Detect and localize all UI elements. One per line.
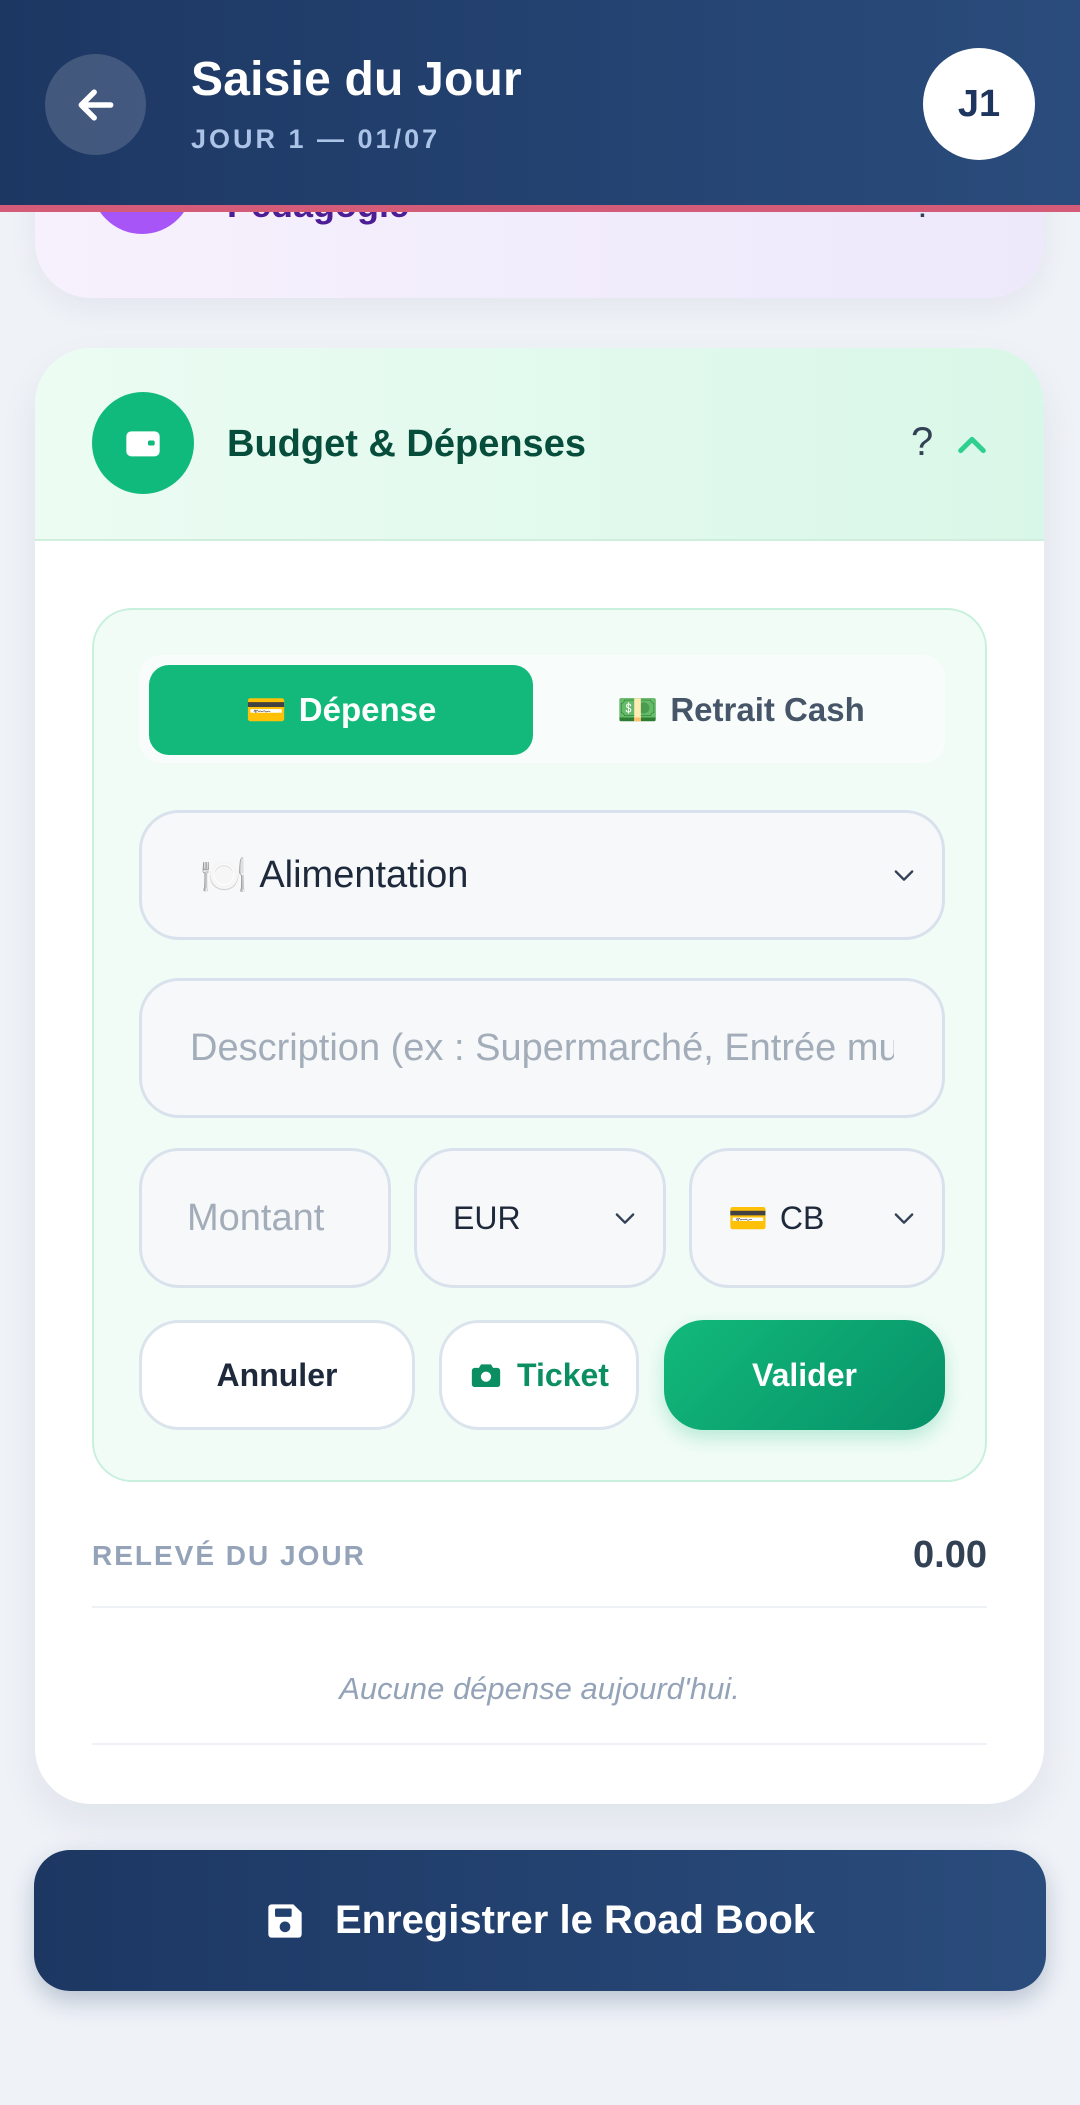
arrow-left-icon [78,88,113,121]
budget-help-icon[interactable]: ? [911,420,933,465]
description-field-wrap [139,978,945,1118]
day-avatar[interactable]: J1 [923,48,1035,160]
payment-method-select[interactable]: 💳 CB [689,1148,945,1288]
credit-card-icon: 💳 [245,690,287,729]
plate-cutlery-icon: 🍽️ [200,852,248,897]
tab-retrait-cash[interactable]: 💵 Retrait Cash [549,665,933,755]
camera-icon [471,1364,501,1388]
save-roadbook-label: Enregistrer le Road Book [334,1898,816,1942]
tab-depense[interactable]: 💳 Dépense [149,665,533,755]
tab-depense-label: Dépense [298,691,437,728]
description-input[interactable] [190,1026,894,1070]
budget-card: Budget & Dépenses ? 💳 Dépense 💵 Retrait … [35,348,1044,1804]
chevron-up-icon[interactable] [955,428,989,462]
wallet-icon [92,392,194,494]
ticket-button[interactable]: Ticket [439,1320,639,1430]
currency-select[interactable]: EUR [414,1148,666,1288]
page-subtitle: JOUR 1 — 01/07 [191,124,441,154]
type-toggle: 💳 Dépense 💵 Retrait Cash [139,655,945,763]
save-roadbook-button[interactable]: Enregistrer le Road Book [34,1850,1046,1991]
budget-title: Budget & Dépenses [227,423,586,465]
page-title: Saisie du Jour [191,53,522,106]
back-button[interactable] [45,54,146,155]
chevron-down-icon [894,870,914,881]
statement-total: 0.00 [913,1534,987,1576]
payment-method-value: CB [779,1199,825,1236]
tab-retrait-cash-label: Retrait Cash [670,691,865,728]
currency-value: EUR [453,1199,521,1236]
budget-card-header[interactable]: Budget & Dépenses ? [35,348,1044,541]
chevron-down-icon [615,1213,635,1224]
divider [92,1606,987,1608]
expense-form: 💳 Dépense 💵 Retrait Cash 🍽️ Alimentation… [92,608,987,1482]
cancel-button[interactable]: Annuler [139,1320,415,1430]
banknote-icon: 💵 [617,690,659,729]
floppy-disk-icon [268,1903,302,1938]
chevron-down-icon [894,1213,914,1224]
credit-card-icon: 💳 [728,1199,768,1237]
divider [92,1743,987,1745]
statement-label: RELEVÉ DU JOUR [92,1540,366,1571]
amount-input[interactable] [187,1196,388,1240]
app-header: Saisie du Jour JOUR 1 — 01/07 J1 [0,0,1080,212]
empty-expenses-message: Aucune dépense aujourd'hui. [339,1671,740,1706]
validate-button[interactable]: Valider [664,1320,945,1430]
category-select[interactable]: 🍽️ Alimentation [139,810,945,940]
ticket-button-label: Ticket [517,1356,609,1393]
category-value: Alimentation [259,853,469,896]
amount-field-wrap [139,1148,391,1288]
